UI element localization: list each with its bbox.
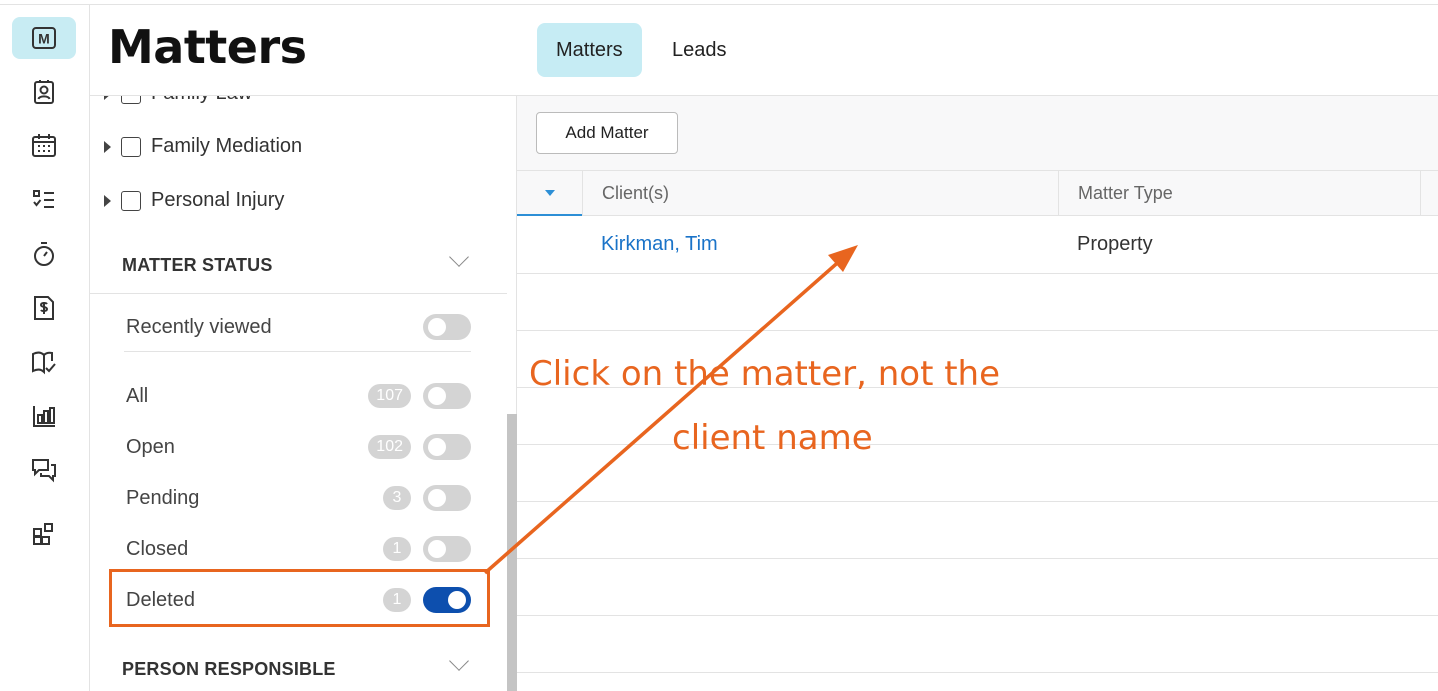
expand-caret-icon[interactable] <box>104 194 111 207</box>
tab-matters[interactable]: Matters <box>537 23 642 77</box>
count-badge: 1 <box>383 537 411 561</box>
tree-item-family-law[interactable]: Family Law <box>104 96 252 105</box>
highlight-box <box>109 569 490 627</box>
matter-status-heading[interactable]: MATTER STATUS <box>122 255 273 276</box>
column-header-extra[interactable] <box>1420 171 1438 216</box>
all-toggle[interactable] <box>423 383 471 409</box>
count-badge: 102 <box>368 435 411 459</box>
panel-scrollbar[interactable] <box>507 414 517 691</box>
status-label: Recently viewed <box>126 315 272 338</box>
status-all: All 107 <box>126 376 471 416</box>
toggle-knob <box>428 540 446 558</box>
table-row-divider <box>517 672 1438 673</box>
chevron-down-icon[interactable] <box>449 651 469 671</box>
status-label: Closed <box>126 537 189 560</box>
column-header-clients[interactable]: Client(s) <box>582 171 1059 216</box>
toggle-knob <box>428 489 446 507</box>
tree-item-label: Personal Injury <box>151 189 285 211</box>
status-label: All <box>126 384 149 407</box>
table-row-divider <box>517 558 1438 559</box>
calendar-icon <box>32 134 56 157</box>
client-link[interactable]: Kirkman, Tim <box>601 233 718 256</box>
chevron-down-icon[interactable] <box>449 247 469 267</box>
tree-item-label: Family Mediation <box>151 135 303 157</box>
rail-reports[interactable] <box>12 395 76 437</box>
contacts-icon <box>34 80 54 104</box>
pending-toggle[interactable] <box>423 485 471 511</box>
status-pending: Pending 3 <box>126 478 471 518</box>
annotation-text-line2: client name <box>672 418 873 458</box>
expand-caret-icon[interactable] <box>104 96 111 100</box>
timer-icon <box>34 242 54 266</box>
rail-timer[interactable] <box>12 233 76 275</box>
tab-leads[interactable]: Leads <box>653 23 746 77</box>
apps-icon <box>33 523 53 545</box>
table-row-divider <box>517 273 1438 274</box>
rail-documents[interactable] <box>12 341 76 383</box>
tree-item-family-mediation[interactable]: Family Mediation <box>104 135 302 158</box>
page-title: Matters <box>108 20 307 74</box>
rail-apps[interactable] <box>12 513 76 555</box>
sort-arrow-icon <box>544 189 555 196</box>
status-label: Pending <box>126 486 200 509</box>
table-row-divider <box>517 501 1438 502</box>
rail-billing[interactable] <box>12 287 76 329</box>
checkbox[interactable] <box>121 96 141 104</box>
toggle-knob <box>428 318 446 336</box>
rail-messages[interactable] <box>12 449 76 491</box>
closed-toggle[interactable] <box>423 536 471 562</box>
checkbox[interactable] <box>121 136 141 157</box>
rail-tasks[interactable] <box>12 179 76 221</box>
matter-type-cell[interactable]: Property <box>1077 233 1153 256</box>
rail-calendar[interactable] <box>12 125 76 167</box>
status-open: Open 102 <box>126 427 471 467</box>
rail-contacts[interactable] <box>12 71 76 113</box>
matters-icon: M <box>32 27 56 49</box>
filter-panel: Family Law Family Mediation Personal Inj… <box>90 96 517 691</box>
icon-rail: M <box>0 5 90 691</box>
messages-icon <box>32 459 56 483</box>
count-badge: 107 <box>368 384 411 408</box>
divider <box>124 351 471 352</box>
toggle-knob <box>428 438 446 456</box>
annotation-text-line1: Click on the matter, not the <box>529 354 1001 394</box>
open-toggle[interactable] <box>423 434 471 460</box>
documents-icon <box>32 351 56 375</box>
table-row-divider <box>517 615 1438 616</box>
rail-matters[interactable]: M <box>12 17 76 59</box>
table-row-divider <box>517 444 1438 445</box>
sort-column[interactable] <box>517 171 582 216</box>
expand-caret-icon[interactable] <box>104 140 111 153</box>
toggle-knob <box>428 387 446 405</box>
count-badge: 3 <box>383 486 411 510</box>
reports-icon <box>33 406 55 427</box>
tree-item-label: Family Law <box>151 96 252 105</box>
table-row-divider <box>517 330 1438 331</box>
person-responsible-heading[interactable]: PERSON RESPONSIBLE <box>122 659 336 680</box>
top-border <box>0 0 1438 5</box>
status-recently-viewed: Recently viewed <box>126 307 471 347</box>
tasks-icon <box>33 190 54 208</box>
recently-viewed-toggle[interactable] <box>423 314 471 340</box>
tree-item-personal-injury[interactable]: Personal Injury <box>104 189 284 212</box>
billing-icon <box>34 296 54 320</box>
add-matter-button[interactable]: Add Matter <box>536 112 678 154</box>
svg-text:M: M <box>38 31 50 47</box>
status-label: Open <box>126 435 175 458</box>
checkbox[interactable] <box>121 190 141 211</box>
divider <box>90 293 507 294</box>
status-closed: Closed 1 <box>126 529 471 569</box>
column-header-matter-type[interactable]: Matter Type <box>1058 171 1421 216</box>
